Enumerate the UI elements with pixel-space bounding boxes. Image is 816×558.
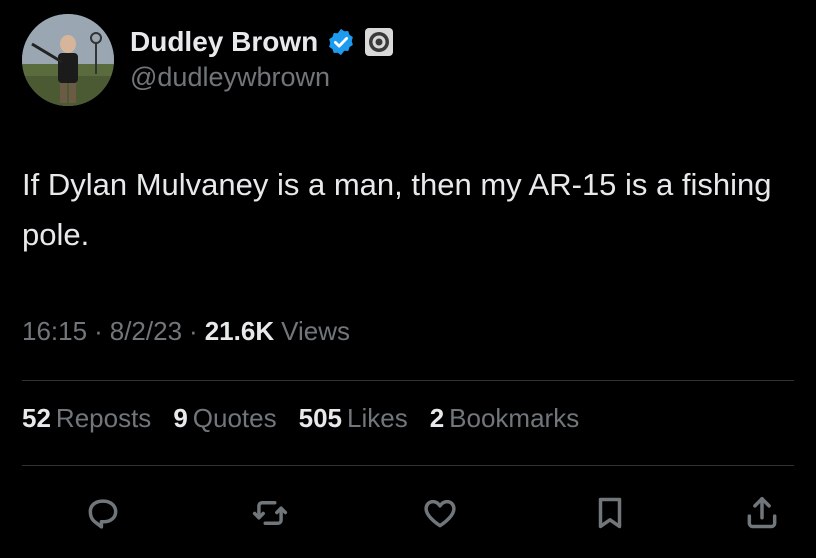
meta-separator: · bbox=[189, 316, 198, 346]
views-label: Views bbox=[281, 316, 350, 346]
bookmarks-stat[interactable]: 2 Bookmarks bbox=[430, 403, 580, 434]
share-button[interactable] bbox=[737, 488, 787, 538]
likes-count: 505 bbox=[298, 403, 342, 433]
likes-stat[interactable]: 505 Likes bbox=[299, 403, 408, 434]
avatar[interactable] bbox=[22, 14, 114, 106]
divider bbox=[22, 380, 794, 381]
reposts-label: Reposts bbox=[55, 403, 152, 433]
like-button[interactable] bbox=[415, 488, 465, 538]
bookmarks-label: Bookmarks bbox=[449, 403, 580, 433]
author-handle[interactable]: @dudleywbrown bbox=[130, 62, 330, 93]
quotes-count: 9 bbox=[173, 403, 188, 433]
repost-icon bbox=[252, 500, 288, 526]
reply-icon bbox=[88, 499, 118, 529]
action-bar bbox=[70, 488, 788, 538]
heart-icon bbox=[424, 499, 456, 528]
bookmark-button[interactable] bbox=[585, 488, 635, 538]
reply-button[interactable] bbox=[78, 488, 128, 538]
author-name-row: Dudley Brown bbox=[130, 24, 394, 60]
reposts-stat[interactable]: 52 Reposts bbox=[22, 403, 151, 434]
quotes-label: Quotes bbox=[192, 403, 277, 433]
views-count: 21.6K bbox=[204, 316, 275, 346]
tweet-text: If Dylan Mulvaney is a man, then my AR-1… bbox=[22, 167, 772, 252]
engagement-stats: 52 Reposts 9 Quotes 505 Likes 2 Bookmarks bbox=[22, 403, 579, 434]
repost-button[interactable] bbox=[245, 488, 295, 538]
meta-separator: · bbox=[94, 316, 103, 346]
reposts-count: 52 bbox=[22, 403, 51, 433]
tweet-date[interactable]: 8/2/23 bbox=[110, 316, 182, 347]
author-display-name[interactable]: Dudley Brown bbox=[130, 26, 318, 58]
divider bbox=[22, 465, 794, 466]
tweet-time[interactable]: 16:15 bbox=[22, 316, 87, 347]
quotes-stat[interactable]: 9 Quotes bbox=[173, 403, 276, 434]
share-icon bbox=[747, 497, 777, 529]
avatar-photo bbox=[22, 14, 114, 106]
likes-label: Likes bbox=[347, 403, 408, 433]
bookmarks-count: 2 bbox=[429, 403, 445, 433]
tweet-meta: 16:15 · 8/2/23 · 21.6K Views bbox=[22, 316, 350, 347]
affiliation-badge-icon[interactable] bbox=[364, 27, 394, 57]
verified-badge-icon[interactable] bbox=[326, 27, 356, 57]
bookmark-icon bbox=[598, 497, 622, 529]
